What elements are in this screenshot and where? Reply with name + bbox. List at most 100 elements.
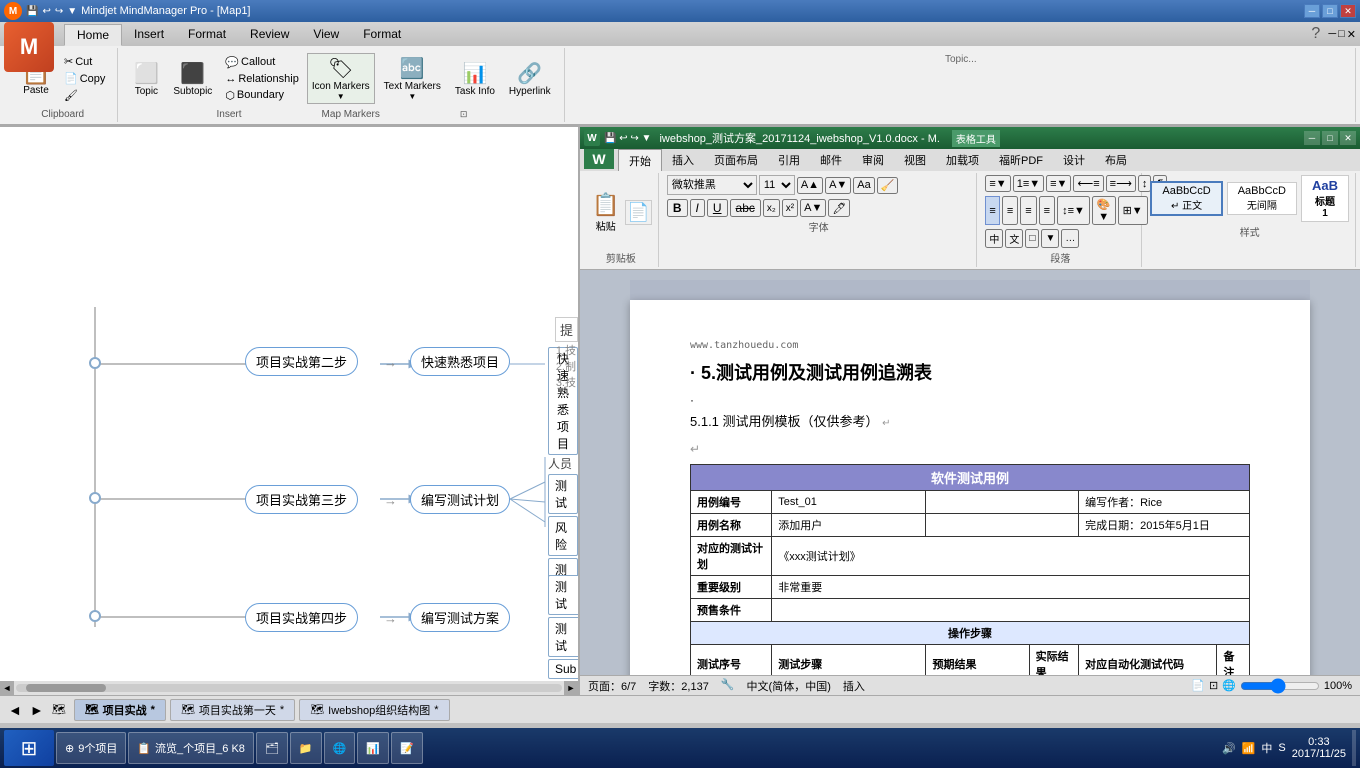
- bold-btn[interactable]: B: [667, 199, 688, 217]
- tray-icon-1[interactable]: 🔊: [1222, 742, 1236, 755]
- taskbar-item-2[interactable]: 📋 流览_个项目_6 K8: [128, 732, 254, 764]
- indent-decrease-btn[interactable]: ⟵≡: [1073, 175, 1103, 192]
- scroll-right[interactable]: ►: [564, 681, 578, 695]
- horizontal-scrollbar[interactable]: ◄ ►: [0, 681, 578, 695]
- italic-btn[interactable]: I: [690, 199, 705, 217]
- minimize-button[interactable]: ─: [1304, 4, 1320, 18]
- font-size-select[interactable]: 11: [759, 175, 795, 195]
- superscript-btn[interactable]: x²: [782, 199, 798, 217]
- scroll-track[interactable]: [16, 684, 562, 692]
- text-markers-dropdown[interactable]: ▼: [408, 92, 416, 101]
- cut-button[interactable]: ✂Cut: [60, 54, 109, 69]
- strikethrough-btn[interactable]: abc: [730, 199, 761, 217]
- style-nospace[interactable]: AaBbCcD 无间隔: [1227, 182, 1297, 215]
- font-clear-btn[interactable]: 🧹: [877, 177, 899, 194]
- tab-review[interactable]: Review: [238, 23, 301, 45]
- boundary-button[interactable]: ⬡ Boundary: [221, 88, 288, 103]
- icon-markers-button[interactable]: 🏷 Icon Markers ▼: [307, 53, 375, 104]
- border-btn[interactable]: ⊞▼: [1118, 196, 1148, 225]
- text-markers-button[interactable]: 🔤 Text Markers ▼: [379, 53, 446, 104]
- style-normal[interactable]: AaBbCcD ↵ 正文: [1150, 181, 1222, 216]
- font-case-btn[interactable]: Aa: [853, 177, 874, 194]
- word-tab-home[interactable]: 开始: [618, 149, 662, 171]
- special4-btn[interactable]: ▼: [1041, 229, 1059, 248]
- word-paste-btn[interactable]: 📋 粘贴: [590, 190, 621, 235]
- taskbar-clock[interactable]: 0:33 2017/11/25: [1292, 736, 1346, 760]
- node-step4[interactable]: 项目实战第四步: [245, 603, 358, 632]
- line-spacing-btn[interactable]: ↕≡▼: [1057, 196, 1090, 225]
- help-icon[interactable]: ?: [1311, 25, 1320, 43]
- word-doc-area[interactable]: www.tanzhouedu.com · 5.测试用例及测试用例追溯表 · 5.…: [580, 270, 1360, 675]
- cjk-btn[interactable]: 中: [985, 229, 1003, 248]
- close-button[interactable]: ✕: [1340, 4, 1356, 18]
- nav-back[interactable]: ◄: [8, 702, 22, 718]
- icon-markers-dropdown[interactable]: ▼: [337, 92, 345, 101]
- word-home-btn[interactable]: W: [584, 149, 614, 169]
- scroll-thumb[interactable]: [26, 684, 106, 692]
- node-step3[interactable]: 项目实战第三步: [245, 485, 358, 514]
- highlight-btn[interactable]: 🖊: [828, 199, 850, 217]
- align-center-btn[interactable]: ≡: [1002, 196, 1018, 225]
- font-shrink-btn[interactable]: A▼: [825, 177, 851, 194]
- font-color-btn[interactable]: A▼: [800, 199, 826, 217]
- indent-increase-btn[interactable]: ≡⟶: [1106, 175, 1136, 192]
- maximize-button[interactable]: □: [1322, 4, 1338, 18]
- word-restore[interactable]: □: [1322, 131, 1338, 145]
- expand-icon[interactable]: ⊡: [460, 109, 468, 120]
- tray-icon-4[interactable]: S: [1278, 742, 1285, 754]
- align-left-btn[interactable]: ≡: [985, 196, 999, 225]
- word-close[interactable]: ✕: [1340, 131, 1356, 145]
- task-info-button[interactable]: 📊 Task Info: [450, 58, 500, 100]
- multilevel-list-btn[interactable]: ≡▼: [1046, 175, 1071, 192]
- tab-format[interactable]: Format: [176, 23, 238, 45]
- special3-btn[interactable]: □: [1025, 229, 1039, 248]
- word-paste-special[interactable]: 📄: [625, 200, 651, 225]
- right-item-sub[interactable]: Sub: [548, 659, 580, 679]
- right-item-test1[interactable]: 测试: [548, 474, 578, 514]
- relationship-button[interactable]: ↔ Relationship: [221, 72, 303, 86]
- tab-format2[interactable]: Format: [351, 23, 413, 45]
- zoom-slider[interactable]: [1240, 678, 1320, 694]
- tab-insert[interactable]: Insert: [122, 23, 176, 45]
- taskbar-item-1[interactable]: ⊕ 9个项目: [56, 732, 126, 764]
- bullet-list-btn[interactable]: ≡▼: [985, 175, 1010, 192]
- special2-btn[interactable]: 文: [1005, 229, 1023, 248]
- word-tab-addins[interactable]: 加载项: [936, 149, 989, 171]
- style-heading1[interactable]: AaB 标题 1: [1301, 175, 1349, 222]
- mindmap-canvas[interactable]: 项目实战第二步 → 快速熟悉项目 快速熟悉项目 项目实战第三步 → 编写测试计划…: [0, 127, 580, 695]
- tab-view[interactable]: View: [301, 23, 351, 45]
- hyperlink-button[interactable]: 🔗 Hyperlink: [504, 58, 556, 100]
- word-tab-view[interactable]: 视图: [894, 149, 936, 171]
- word-tab-insert[interactable]: 插入: [662, 149, 704, 171]
- font-grow-btn[interactable]: A▲: [797, 177, 823, 194]
- right-item-risk[interactable]: 风险: [548, 516, 578, 556]
- word-tab-foxit[interactable]: 福昕PDF: [989, 149, 1053, 171]
- quick-save[interactable]: 💾: [26, 6, 38, 17]
- tab-home[interactable]: Home: [64, 24, 122, 46]
- taskbar-item-4[interactable]: 📁: [290, 732, 322, 764]
- word-tab-layout[interactable]: 布局: [1095, 149, 1137, 171]
- node-testplan2[interactable]: 编写测试方案: [410, 603, 510, 632]
- node-testplan[interactable]: 编写测试计划: [410, 485, 510, 514]
- status-tab-org[interactable]: 🗺 Iwebshop组织结构图 *: [299, 699, 449, 721]
- numbered-list-btn[interactable]: 1≡▼: [1013, 175, 1044, 192]
- word-tab-references[interactable]: 引用: [768, 149, 810, 171]
- underline-btn[interactable]: U: [707, 199, 728, 217]
- ribbon-close-btn[interactable]: ✕: [1347, 28, 1356, 41]
- word-tab-page-layout[interactable]: 页面布局: [704, 149, 768, 171]
- subheading-text[interactable]: 5.1.1 测试用例模板（仅供参考）: [690, 414, 879, 429]
- taskbar-item-5[interactable]: 🌐: [324, 732, 356, 764]
- word-tab-review[interactable]: 审阅: [852, 149, 894, 171]
- nav-forward[interactable]: ►: [30, 702, 44, 718]
- tray-icon-3[interactable]: 中: [1261, 740, 1272, 756]
- quick-undo[interactable]: ↩: [42, 6, 50, 17]
- ribbon-minimize-btn[interactable]: ─: [1328, 28, 1336, 41]
- shading-btn[interactable]: 🎨▼: [1092, 196, 1116, 225]
- ribbon-restore-btn[interactable]: □: [1338, 28, 1345, 41]
- subscript-btn[interactable]: x₂: [763, 199, 780, 217]
- quick-more[interactable]: ▼: [67, 6, 77, 17]
- status-tab-project[interactable]: 🗺 项目实战 *: [74, 699, 166, 721]
- align-right-btn[interactable]: ≡: [1020, 196, 1036, 225]
- taskbar-item-6[interactable]: 📊: [357, 732, 389, 764]
- taskbar-item-7[interactable]: 📝: [391, 732, 423, 764]
